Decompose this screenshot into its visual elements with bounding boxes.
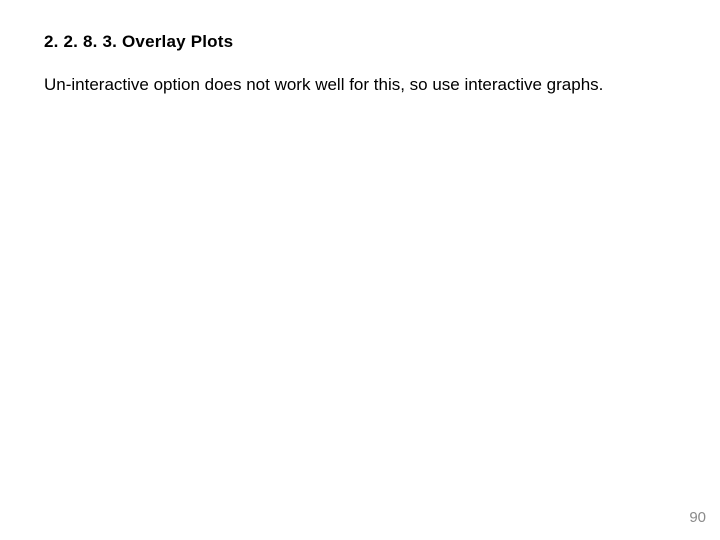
body-paragraph: Un-interactive option does not work well…	[44, 74, 676, 97]
page-number: 90	[689, 509, 706, 526]
slide-content: 2. 2. 8. 3. Overlay Plots Un-interactive…	[0, 0, 720, 97]
section-heading: 2. 2. 8. 3. Overlay Plots	[44, 32, 676, 52]
